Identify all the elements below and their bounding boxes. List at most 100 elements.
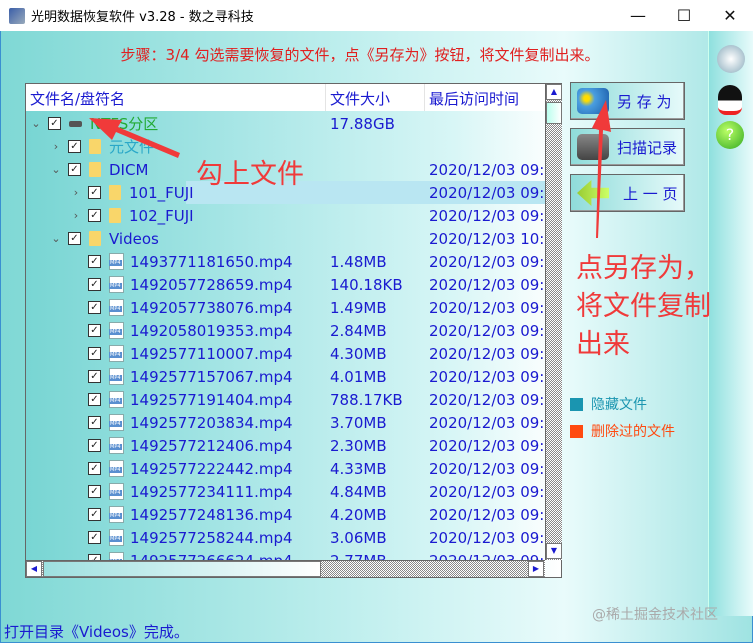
tree-row[interactable]: ✓ MP4 1492577191404.mp4 788.17KB 2020/12/03 … — [26, 388, 545, 411]
file-badge: MP4 — [109, 490, 122, 496]
column-size[interactable]: 文件大小 — [326, 84, 425, 111]
column-name[interactable]: 文件名/盘符名 — [26, 84, 326, 111]
tree-row[interactable]: ✓ MP4 1492057728659.mp4 140.18KB 2020/12/03 … — [26, 273, 545, 296]
checkbox[interactable]: ✓ — [88, 508, 101, 521]
tree-node: ✓ MP4 1492577212406.mp4 — [70, 434, 293, 457]
node-name: 1492577234111.mp4 — [130, 482, 293, 501]
checkbox[interactable]: ✓ — [88, 209, 101, 222]
tree-row[interactable]: ✓ MP4 1493771181650.mp4 1.48MB 2020/12/03 09… — [26, 250, 545, 273]
tree-row[interactable]: › ✓ 元文件 — [26, 135, 545, 158]
scan-log-button[interactable]: 扫描记录 — [570, 128, 685, 166]
node-time: 2020/12/03 09:4 — [429, 275, 545, 294]
expand-chevron-icon[interactable]: ⌄ — [30, 117, 42, 130]
horizontal-scrollbar[interactable]: ◀ ▶ — [26, 560, 545, 577]
drive-icon — [69, 120, 82, 127]
checkbox[interactable]: ✓ — [88, 278, 101, 291]
tree-node: ⌄ ✓ DICM — [50, 158, 148, 181]
tree-row[interactable]: ✓ MP4 1492577248136.mp4 4.20MB 2020/12/03 09… — [26, 503, 545, 526]
tree-row[interactable]: ✓ MP4 1492577157067.mp4 4.01MB 2020/12/03 09… — [26, 365, 545, 388]
scroll-up-button[interactable]: ▲ — [546, 84, 562, 100]
checkbox[interactable]: ✓ — [88, 255, 101, 268]
expand-chevron-icon[interactable]: ⌄ — [50, 232, 62, 245]
file-badge: MP4 — [109, 306, 122, 312]
node-time: 2020/12/03 09:4 — [429, 252, 545, 271]
tree-node: ✓ MP4 1492577203834.mp4 — [70, 411, 293, 434]
checkbox[interactable]: ✓ — [88, 531, 101, 544]
help-icon[interactable]: ? — [716, 121, 744, 149]
tree-row[interactable]: ⌄ ✓ NTFS分区 17.88GB — [26, 112, 545, 135]
expand-chevron-icon[interactable]: › — [50, 140, 62, 153]
tree-row[interactable]: ✓ MP4 1492577258244.mp4 3.06MB 2020/12/03 09… — [26, 526, 545, 549]
vertical-scroll-thumb[interactable] — [546, 102, 562, 124]
folder-icon — [109, 208, 121, 223]
legend-swatch — [570, 397, 583, 411]
settings-icon[interactable] — [717, 45, 745, 73]
node-name: DICM — [109, 160, 149, 179]
save-as-button[interactable]: 另 存 为 — [570, 82, 685, 120]
tree-row[interactable]: ✓ MP4 1492577110007.mp4 4.30MB 2020/12/03 09… — [26, 342, 545, 365]
legend-label: 删除过的文件 — [591, 424, 675, 440]
tree-row[interactable]: ✓ MP4 1492577203834.mp4 3.70MB 2020/12/03 09… — [26, 411, 545, 434]
annotation-check-files: 勾上文件 — [196, 159, 304, 190]
folder-icon — [89, 162, 101, 177]
mp4-file-icon: MP4 — [109, 276, 124, 293]
folder-icon — [109, 185, 121, 200]
checkbox[interactable]: ✓ — [88, 393, 101, 406]
checkbox[interactable]: ✓ — [88, 324, 101, 337]
column-time[interactable]: 最后访问时间 — [425, 84, 545, 111]
tree-node: › ✓ 102_FUJI — [70, 204, 194, 227]
file-badge: MP4 — [109, 513, 122, 519]
node-name: 1492577110007.mp4 — [130, 344, 293, 363]
node-name: 1492057738076.mp4 — [130, 298, 293, 317]
checkbox[interactable]: ✓ — [68, 140, 81, 153]
tree-row[interactable]: ✓ MP4 1492577212406.mp4 2.30MB 2020/12/03 09… — [26, 434, 545, 457]
tree-node: ✓ MP4 1492057728659.mp4 — [70, 273, 293, 296]
scroll-right-button[interactable]: ▶ — [528, 561, 544, 577]
checkbox[interactable]: ✓ — [88, 462, 101, 475]
node-time: 2020/12/03 09:4 — [429, 505, 545, 524]
file-badge: MP4 — [109, 283, 122, 289]
node-time: 2020/12/03 09:4 — [429, 344, 545, 363]
scroll-down-button[interactable]: ▼ — [546, 543, 562, 559]
scroll-left-button[interactable]: ◀ — [26, 561, 42, 577]
minimize-button[interactable]: — — [615, 0, 661, 31]
checkbox[interactable]: ✓ — [88, 485, 101, 498]
tree-row[interactable]: ✓ MP4 1492577222442.mp4 4.33MB 2020/12/03 09… — [26, 457, 545, 480]
node-name: 1493771181650.mp4 — [130, 252, 293, 271]
checkbox[interactable]: ✓ — [88, 439, 101, 452]
expand-chevron-icon[interactable]: › — [70, 209, 82, 222]
checkbox[interactable]: ✓ — [88, 370, 101, 383]
node-name: 元文件 — [109, 138, 155, 156]
tree-row[interactable]: › ✓ 102_FUJI 2020/12/03 09:4 — [26, 204, 545, 227]
vertical-scrollbar[interactable]: ▲ ▼ — [545, 84, 562, 560]
checkbox[interactable]: ✓ — [88, 186, 101, 199]
node-size: 2.84MB — [330, 321, 387, 340]
tree-row[interactable]: ⌄ ✓ Videos 2020/12/03 10:1 — [26, 227, 545, 250]
maximize-button[interactable]: ☐ — [661, 0, 707, 31]
expand-chevron-icon[interactable]: › — [70, 186, 82, 199]
node-name: 1492577222442.mp4 — [130, 459, 293, 478]
window-title: 光明数据恢复软件 v3.28 - 数之寻科技 — [31, 10, 254, 25]
checkbox[interactable]: ✓ — [68, 232, 81, 245]
qq-icon[interactable] — [718, 85, 742, 115]
checkbox[interactable]: ✓ — [48, 117, 61, 130]
checkbox[interactable]: ✓ — [68, 163, 81, 176]
prev-page-button[interactable]: 上 一 页 — [570, 174, 685, 212]
checkbox[interactable]: ✓ — [88, 416, 101, 429]
node-size: 17.88GB — [330, 114, 395, 133]
app-icon — [9, 7, 25, 24]
tree-node: ⌄ ✓ NTFS分区 — [30, 112, 158, 135]
checkbox[interactable]: ✓ — [88, 301, 101, 314]
camera-icon — [577, 134, 609, 160]
tree-row[interactable]: ✓ MP4 1492057738076.mp4 1.49MB 2020/12/03 09… — [26, 296, 545, 319]
checkbox[interactable]: ✓ — [88, 347, 101, 360]
expand-chevron-icon[interactable]: ⌄ — [50, 163, 62, 176]
title-bar: 光明数据恢复软件 v3.28 - 数之寻科技 — ☐ ✕ — [0, 0, 753, 31]
tree-node: › ✓ 101_FUJI — [70, 181, 194, 204]
tree-row[interactable]: ✓ MP4 1492058019353.mp4 2.84MB 2020/12/03 09… — [26, 319, 545, 342]
node-name: 101_FUJI — [129, 183, 194, 202]
horizontal-scroll-thumb[interactable] — [43, 561, 321, 577]
file-badge: MP4 — [109, 352, 122, 358]
tree-row[interactable]: ✓ MP4 1492577234111.mp4 4.84MB 2020/12/03 09… — [26, 480, 545, 503]
close-button[interactable]: ✕ — [707, 0, 753, 31]
